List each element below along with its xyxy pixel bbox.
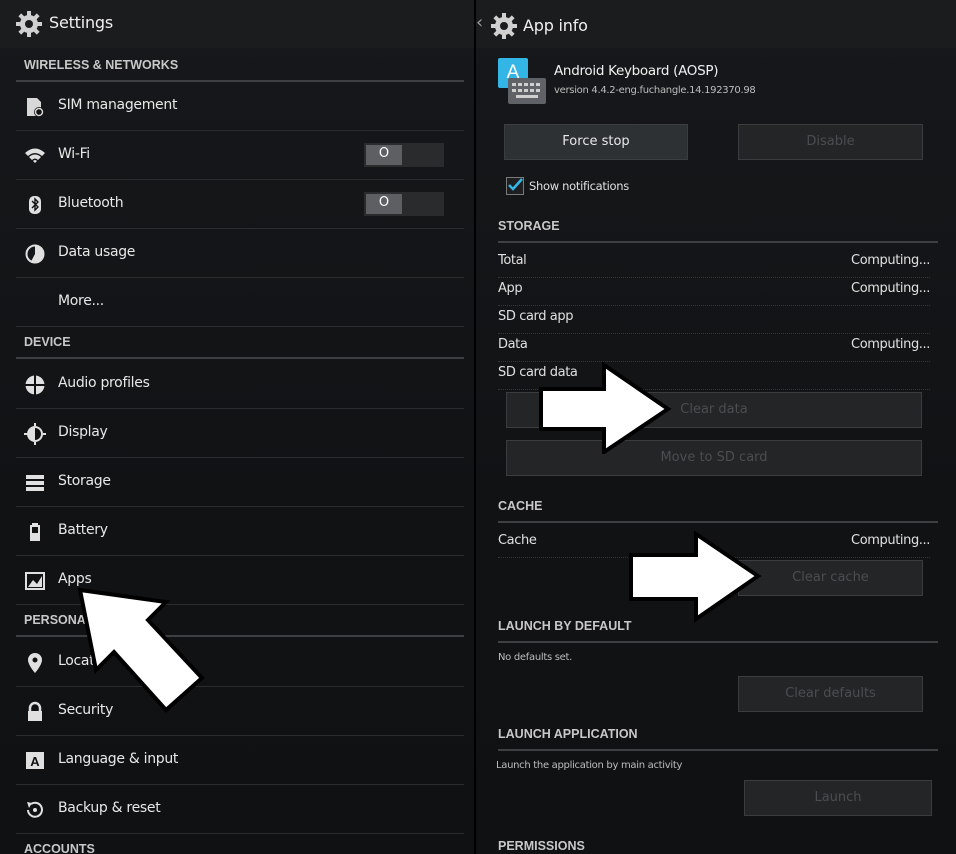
settings-item-data-usage[interactable]: Data usage xyxy=(16,229,464,278)
storage-row-app: App Computing... xyxy=(498,277,930,306)
settings-item-label: More... xyxy=(58,293,104,309)
section-label: STORAGE xyxy=(498,219,560,233)
settings-title: Settings xyxy=(49,13,114,32)
settings-item-label: Apps xyxy=(58,571,92,587)
bluetooth-icon xyxy=(29,196,41,214)
app-info-title: App info xyxy=(523,16,588,35)
section-label: ACCOUNTS xyxy=(24,842,95,854)
back-chevron-icon[interactable]: ‹ xyxy=(476,12,483,33)
storage-row-value: Computing... xyxy=(851,337,930,352)
section-device: DEVICE xyxy=(16,327,464,359)
storage-icon xyxy=(26,475,44,491)
settings-item-bluetooth[interactable]: Bluetooth O xyxy=(16,180,464,229)
lock-icon xyxy=(28,701,42,721)
section-wireless-networks: WIRELESS & NETWORKS xyxy=(16,50,464,82)
settings-item-backup-reset[interactable]: Backup & reset xyxy=(16,785,464,834)
checkmark-icon xyxy=(508,178,523,191)
show-notifications-label: Show notifications xyxy=(529,179,629,193)
settings-item-label: SIM management xyxy=(58,97,178,113)
toggle-knob: O xyxy=(366,194,402,214)
section-label: PERMISSIONS xyxy=(498,839,585,853)
display-brightness-icon xyxy=(24,423,46,445)
cache-label: Cache xyxy=(498,533,537,548)
launch-button[interactable]: Launch xyxy=(744,780,932,816)
settings-item-display[interactable]: Display xyxy=(16,409,464,458)
wifi-toggle[interactable]: O xyxy=(364,143,444,167)
pointer-arrow-icon xyxy=(77,587,205,713)
storage-row-label: Total xyxy=(498,253,527,268)
section-permissions: PERMISSIONS xyxy=(498,833,938,854)
settings-item-label: Bluetooth xyxy=(58,195,124,211)
toggle-state: O xyxy=(378,195,390,210)
storage-row-label: SD card app xyxy=(498,309,574,324)
settings-item-wifi[interactable]: Wi-Fi O xyxy=(16,131,464,180)
storage-row-total: Total Computing... xyxy=(498,249,930,278)
storage-row-value: Computing... xyxy=(851,253,930,268)
settings-item-label: Backup & reset xyxy=(58,800,161,816)
launch-description: Launch the application by main activity xyxy=(496,760,683,771)
section-launch-application: LAUNCH APPLICATION xyxy=(498,721,938,751)
apps-icon xyxy=(25,572,45,590)
no-defaults-text: No defaults set. xyxy=(498,652,573,663)
settings-action-bar: Settings xyxy=(0,0,474,48)
section-storage: STORAGE xyxy=(498,213,938,243)
settings-item-label: Storage xyxy=(58,473,111,489)
section-label: DEVICE xyxy=(24,335,71,349)
app-info-panel: ‹ App info A Android Keyboard (AOSP) ver… xyxy=(476,0,956,854)
show-notifications-checkbox[interactable] xyxy=(506,177,524,195)
storage-row-value: Computing... xyxy=(851,281,930,296)
svg-text:A: A xyxy=(30,754,40,769)
clear-cache-button[interactable]: Clear cache xyxy=(738,560,923,596)
data-usage-icon xyxy=(25,244,45,264)
storage-row-sd-card-app: SD card app xyxy=(498,305,930,334)
app-info-action-bar: ‹ App info xyxy=(476,0,956,48)
section-cache: CACHE xyxy=(498,493,938,523)
sim-card-icon xyxy=(27,98,44,117)
section-label: WIRELESS & NETWORKS xyxy=(24,58,179,72)
pointer-arrow-right-icon xyxy=(539,362,672,454)
cache-value: Computing... xyxy=(851,533,930,548)
language-keyboard-icon: A xyxy=(26,752,44,771)
settings-gear-icon[interactable] xyxy=(14,9,44,39)
disable-button[interactable]: Disable xyxy=(738,124,923,160)
settings-item-audio-profiles[interactable]: Audio profiles xyxy=(16,360,464,409)
battery-icon xyxy=(30,523,40,541)
bluetooth-toggle[interactable]: O xyxy=(364,192,444,216)
audio-profiles-icon xyxy=(25,375,45,395)
app-icon: A xyxy=(498,58,546,106)
clear-defaults-button[interactable]: Clear defaults xyxy=(738,676,923,712)
toggle-knob: O xyxy=(366,145,402,165)
force-stop-button[interactable]: Force stop xyxy=(504,124,688,160)
settings-item-label: Data usage xyxy=(58,244,136,260)
pointer-arrow-right-icon xyxy=(629,531,762,623)
location-pin-icon xyxy=(28,653,42,673)
settings-item-sim-management[interactable]: SIM management xyxy=(16,82,464,131)
settings-item-label: Language & input xyxy=(58,751,179,767)
wifi-icon xyxy=(25,148,45,163)
section-accounts: ACCOUNTS xyxy=(16,834,464,854)
section-label: LAUNCH APPLICATION xyxy=(498,727,638,741)
settings-item-label: Wi-Fi xyxy=(58,146,90,162)
settings-item-label: Audio profiles xyxy=(58,375,150,391)
section-label: LAUNCH BY DEFAULT xyxy=(498,619,632,633)
settings-item-more[interactable]: More... xyxy=(16,278,464,327)
settings-item-label: Battery xyxy=(58,522,108,538)
storage-row-label: App xyxy=(498,281,523,296)
settings-item-label: Display xyxy=(58,424,108,440)
app-version: version 4.4.2-eng.fuchangle.14.192370.98 xyxy=(554,85,756,96)
settings-panel: Settings WIRELESS & NETWORKS SIM managem… xyxy=(0,0,474,854)
app-info-gear-icon[interactable] xyxy=(489,11,519,41)
settings-item-battery[interactable]: Battery xyxy=(16,507,464,556)
backup-restore-icon xyxy=(27,801,43,818)
toggle-state: O xyxy=(378,146,390,161)
app-name: Android Keyboard (AOSP) xyxy=(554,63,719,79)
storage-row-data: Data Computing... xyxy=(498,333,930,362)
settings-item-language-input[interactable]: A Language & input xyxy=(16,736,464,785)
section-label: CACHE xyxy=(498,499,543,513)
keyboard-icon xyxy=(508,78,546,104)
settings-item-storage[interactable]: Storage xyxy=(16,458,464,507)
storage-row-label: Data xyxy=(498,337,528,352)
